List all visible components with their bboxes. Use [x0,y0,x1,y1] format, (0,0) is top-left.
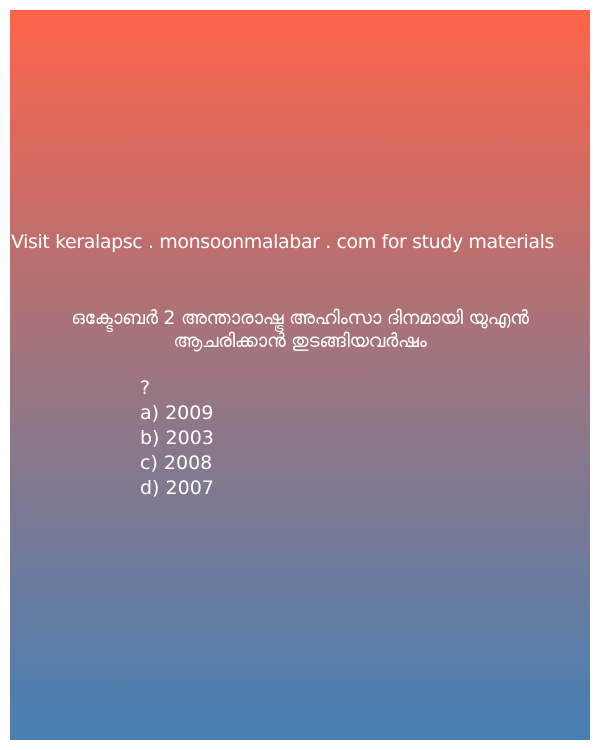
answer-options: a) 2009 b) 2003 c) 2008 d) 2007 [140,401,214,501]
option-c: c) 2008 [140,452,213,474]
question-text: ഒക്ടോബർ 2 അന്താരാഷ്ട്ര അഹിംസാ ദിനമായി യു… [10,307,590,353]
option-d: d) 2007 [140,477,214,499]
quiz-card: Visit keralapsc . monsoonmalabar . com f… [10,10,590,740]
question-mark: ? [140,377,151,399]
question-line-2: ആചരിക്കാൻ തുടങ്ങിയവർഷം [173,330,427,352]
question-line-1: ഒക്ടോബർ 2 അന്താരാഷ്ട്ര അഹിംസാ ദിനമായി യു… [71,307,529,329]
option-a: a) 2009 [140,402,214,424]
option-b: b) 2003 [140,427,214,449]
watermark-text: Visit keralapsc . monsoonmalabar . com f… [11,231,555,253]
